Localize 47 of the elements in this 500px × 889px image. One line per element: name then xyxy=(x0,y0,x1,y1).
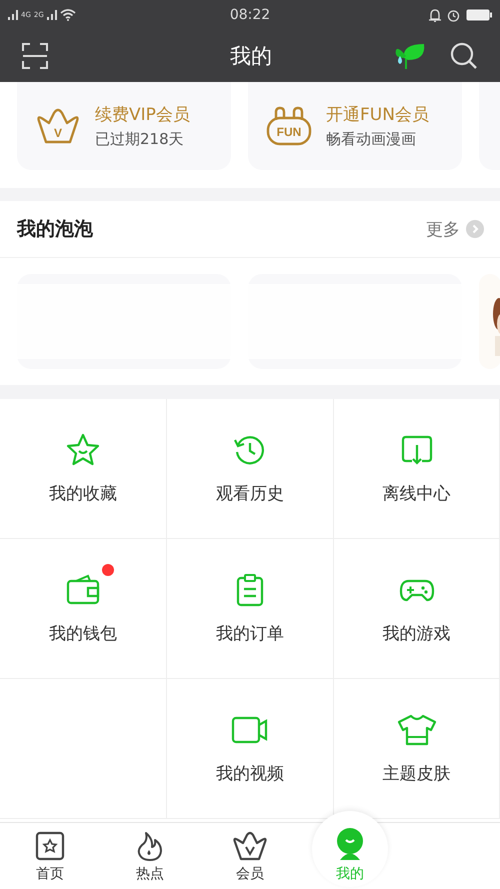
nav-tab[interactable]: 热点 xyxy=(100,823,200,889)
menu-item[interactable]: 我的视频 xyxy=(216,762,284,785)
history-icon[interactable] xyxy=(233,433,267,467)
star-icon[interactable] xyxy=(66,433,100,467)
grid-cell[interactable]: 我的游戏 xyxy=(334,539,500,679)
menu-item[interactable]: 观看历史 xyxy=(216,482,284,505)
menu-item[interactable]: 我的订单 xyxy=(216,622,284,645)
section-title: 我的泡泡 xyxy=(17,217,94,242)
t-shirt-icon[interactable] xyxy=(396,713,436,747)
more-link[interactable]: 更多 xyxy=(426,218,460,240)
menu-item[interactable]: 主题皮肤 xyxy=(382,762,450,785)
signal-icon xyxy=(46,10,57,20)
grid-cell[interactable]: 离线中心 xyxy=(334,399,500,539)
clock-time: 08:22 xyxy=(230,7,270,23)
flame-icon xyxy=(136,831,164,861)
card-subtitle: 畅看动画漫画 xyxy=(326,130,417,149)
membership-card[interactable]: FUN 开通FUN会员 畅看动画漫画 xyxy=(248,82,462,170)
grid-cell[interactable]: 我的视频 xyxy=(167,679,334,819)
crown-icon: V xyxy=(35,107,81,145)
search-icon[interactable] xyxy=(450,42,478,70)
nav-tab[interactable]: 会员 xyxy=(200,823,300,889)
bell-icon xyxy=(428,8,441,22)
signal-icon xyxy=(8,10,18,20)
card-title: 续费VIP会员 xyxy=(95,104,190,126)
home-icon xyxy=(35,831,65,861)
menu-item[interactable]: 我的游戏 xyxy=(382,622,450,645)
nav-tab[interactable]: 首页 xyxy=(0,823,100,889)
grid-cell[interactable]: 我的钱包 xyxy=(0,539,167,679)
menu-item[interactable]: 我的钱包 xyxy=(49,622,117,645)
grid-cell[interactable]: 观看历史 xyxy=(167,399,334,539)
card-subtitle: 已过期218天 xyxy=(95,130,185,149)
battery-icon xyxy=(466,9,492,21)
download-icon[interactable] xyxy=(400,433,434,467)
menu-item[interactable]: 我的收藏 xyxy=(49,482,117,505)
chevron-icon[interactable] xyxy=(466,220,484,238)
page-title: 我的 xyxy=(229,43,273,70)
scan-icon[interactable] xyxy=(22,43,48,69)
wallet-icon[interactable] xyxy=(66,573,100,607)
mascot-icon xyxy=(335,827,365,861)
alarm-icon xyxy=(446,8,460,22)
membership-card[interactable]: V 续费VIP会员 已过期218天 xyxy=(17,82,231,170)
wifi-icon xyxy=(60,9,76,21)
grid-cell[interactable]: 我的订单 xyxy=(167,539,334,679)
crown-icon xyxy=(232,831,268,861)
grid-cell[interactable]: 我的收藏 xyxy=(0,399,167,539)
card-title: 开通FUN会员 xyxy=(326,104,429,126)
menu-item[interactable]: 离线中心 xyxy=(382,482,450,505)
